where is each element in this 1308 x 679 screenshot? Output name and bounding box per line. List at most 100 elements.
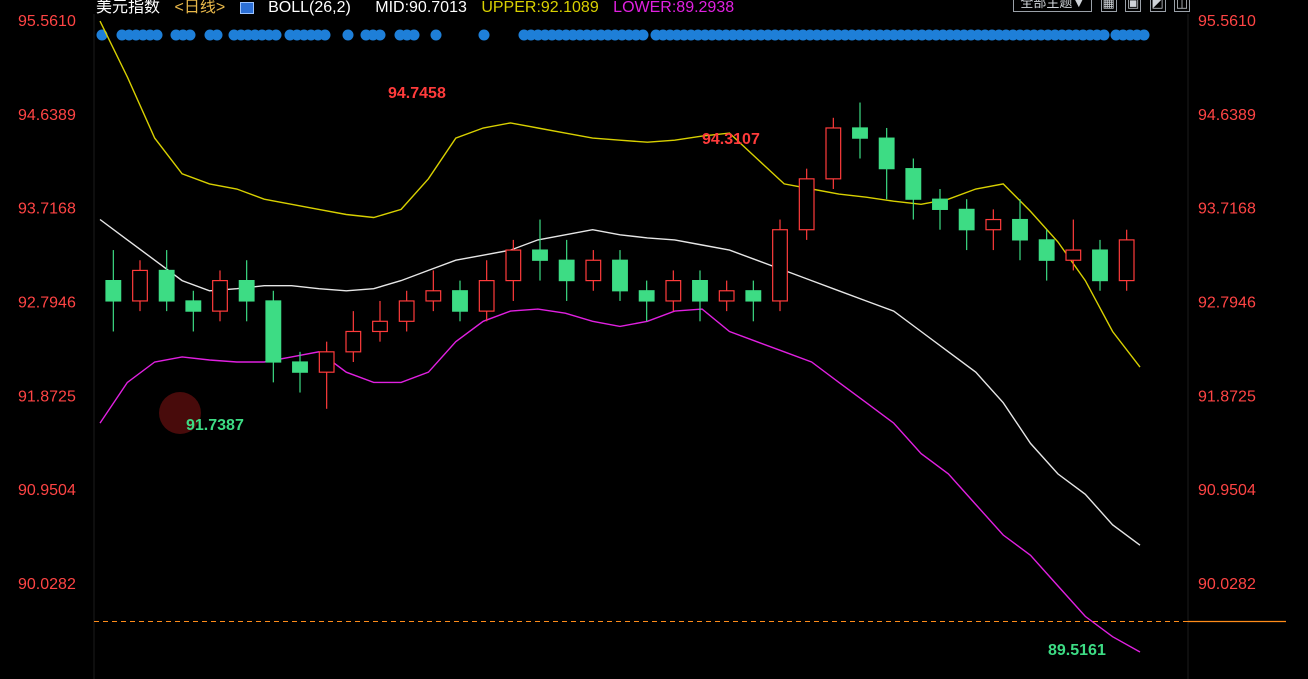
candle <box>745 280 762 322</box>
candle-body <box>852 127 868 139</box>
y-tick-label-right: 90.0282 <box>1198 576 1256 593</box>
candle-body <box>425 290 442 302</box>
candle-body <box>825 127 842 180</box>
candle <box>665 270 682 312</box>
candlestick-chart[interactable]: 95.5610 94.6389 93.7168 92.7946 91.8725 90.95… <box>0 0 1308 679</box>
candle <box>372 300 388 342</box>
candle-body <box>265 300 282 363</box>
candle <box>825 117 842 190</box>
y-tick-label-right: 95.5610 <box>1198 13 1256 30</box>
candle <box>212 270 228 322</box>
candle <box>478 260 495 322</box>
event-dot <box>430 29 442 41</box>
candle-body <box>638 290 655 302</box>
event-dot <box>408 29 420 41</box>
candle-body <box>905 168 922 200</box>
candle-body <box>932 198 948 210</box>
candle <box>1118 229 1135 291</box>
event-dot <box>211 29 223 41</box>
event-dot <box>151 29 163 41</box>
y-tick-label-left: 92.7946 <box>18 295 76 312</box>
candle-body <box>1092 249 1108 282</box>
candle-body <box>985 218 1002 231</box>
candle-body <box>798 178 815 231</box>
y-tick-label-right: 92.7946 <box>1198 295 1256 312</box>
y-tick-label-right: 91.8725 <box>1198 388 1256 405</box>
event-dot <box>319 29 331 41</box>
candle-body <box>505 249 522 282</box>
candle-body <box>1118 239 1135 282</box>
candle <box>905 158 922 220</box>
candle <box>532 219 548 281</box>
candle-body <box>158 269 175 302</box>
candle <box>1038 229 1055 281</box>
candles[interactable] <box>105 102 1135 409</box>
candle-body <box>878 137 895 170</box>
candle-body <box>372 320 388 333</box>
low-label-1: 91.7387 <box>186 417 244 434</box>
candle <box>692 270 708 322</box>
y-tick-label-left: 95.5610 <box>18 13 76 30</box>
boll-bands <box>99 20 1141 653</box>
candle <box>132 260 148 312</box>
candle <box>238 260 255 322</box>
candle <box>318 341 335 409</box>
candle <box>505 239 522 301</box>
candle <box>585 250 602 291</box>
candle <box>158 250 175 312</box>
candle <box>772 219 788 312</box>
high-label-2: 94.3107 <box>702 131 760 148</box>
y-tick-label-right: 93.7168 <box>1198 201 1256 218</box>
candle <box>612 250 628 301</box>
left-axis: 95.5610 94.6389 93.7168 92.7946 91.8725 90.95… <box>18 13 76 593</box>
candle-body <box>292 361 308 373</box>
event-dot <box>184 29 196 41</box>
candle <box>425 270 442 312</box>
event-dots-row[interactable] <box>96 29 1150 41</box>
y-tick-label-right: 90.9504 <box>1198 482 1256 499</box>
candle <box>1012 199 1028 261</box>
candle-body <box>452 290 468 312</box>
candle-body <box>1038 239 1055 261</box>
candle-body <box>318 351 335 373</box>
candle <box>185 290 202 332</box>
candle <box>958 199 975 251</box>
candle-body <box>745 290 762 302</box>
event-dot <box>96 29 108 41</box>
y-tick-label-left: 93.7168 <box>18 201 76 218</box>
event-dot <box>1098 29 1110 41</box>
candle <box>985 209 1002 251</box>
boll-upper-line <box>99 20 1141 368</box>
y-tick-label-left: 91.8725 <box>18 388 76 405</box>
candle-body <box>478 279 495 312</box>
candle-body <box>132 269 148 302</box>
event-dot <box>270 29 282 41</box>
candle-body <box>532 249 548 261</box>
candle <box>638 280 655 322</box>
candle <box>798 168 815 240</box>
chart-root: 美元指数 <日线> BOLL(26,2) MID:90.7013 UPPER:9… <box>0 0 1308 679</box>
candle <box>292 351 308 393</box>
candle <box>1065 219 1082 271</box>
event-dot <box>637 29 649 41</box>
event-dot <box>1138 29 1150 41</box>
candle-body <box>1012 218 1028 241</box>
candle-body <box>692 279 708 302</box>
candle-body <box>105 279 122 302</box>
candle <box>558 239 575 301</box>
candle <box>105 250 122 332</box>
candle <box>1092 239 1108 291</box>
candle-body <box>185 300 202 312</box>
event-dot <box>374 29 386 41</box>
low-label-2: 89.5161 <box>1048 642 1106 659</box>
y-tick-label-left: 94.6389 <box>18 107 76 124</box>
candle <box>398 290 415 332</box>
candle <box>265 290 282 383</box>
candle-body <box>665 279 682 302</box>
candle-body <box>398 300 415 322</box>
candle <box>852 102 868 159</box>
candle <box>452 280 468 322</box>
candle-body <box>1065 249 1082 261</box>
candle-body <box>772 229 788 302</box>
candle-body <box>238 279 255 302</box>
